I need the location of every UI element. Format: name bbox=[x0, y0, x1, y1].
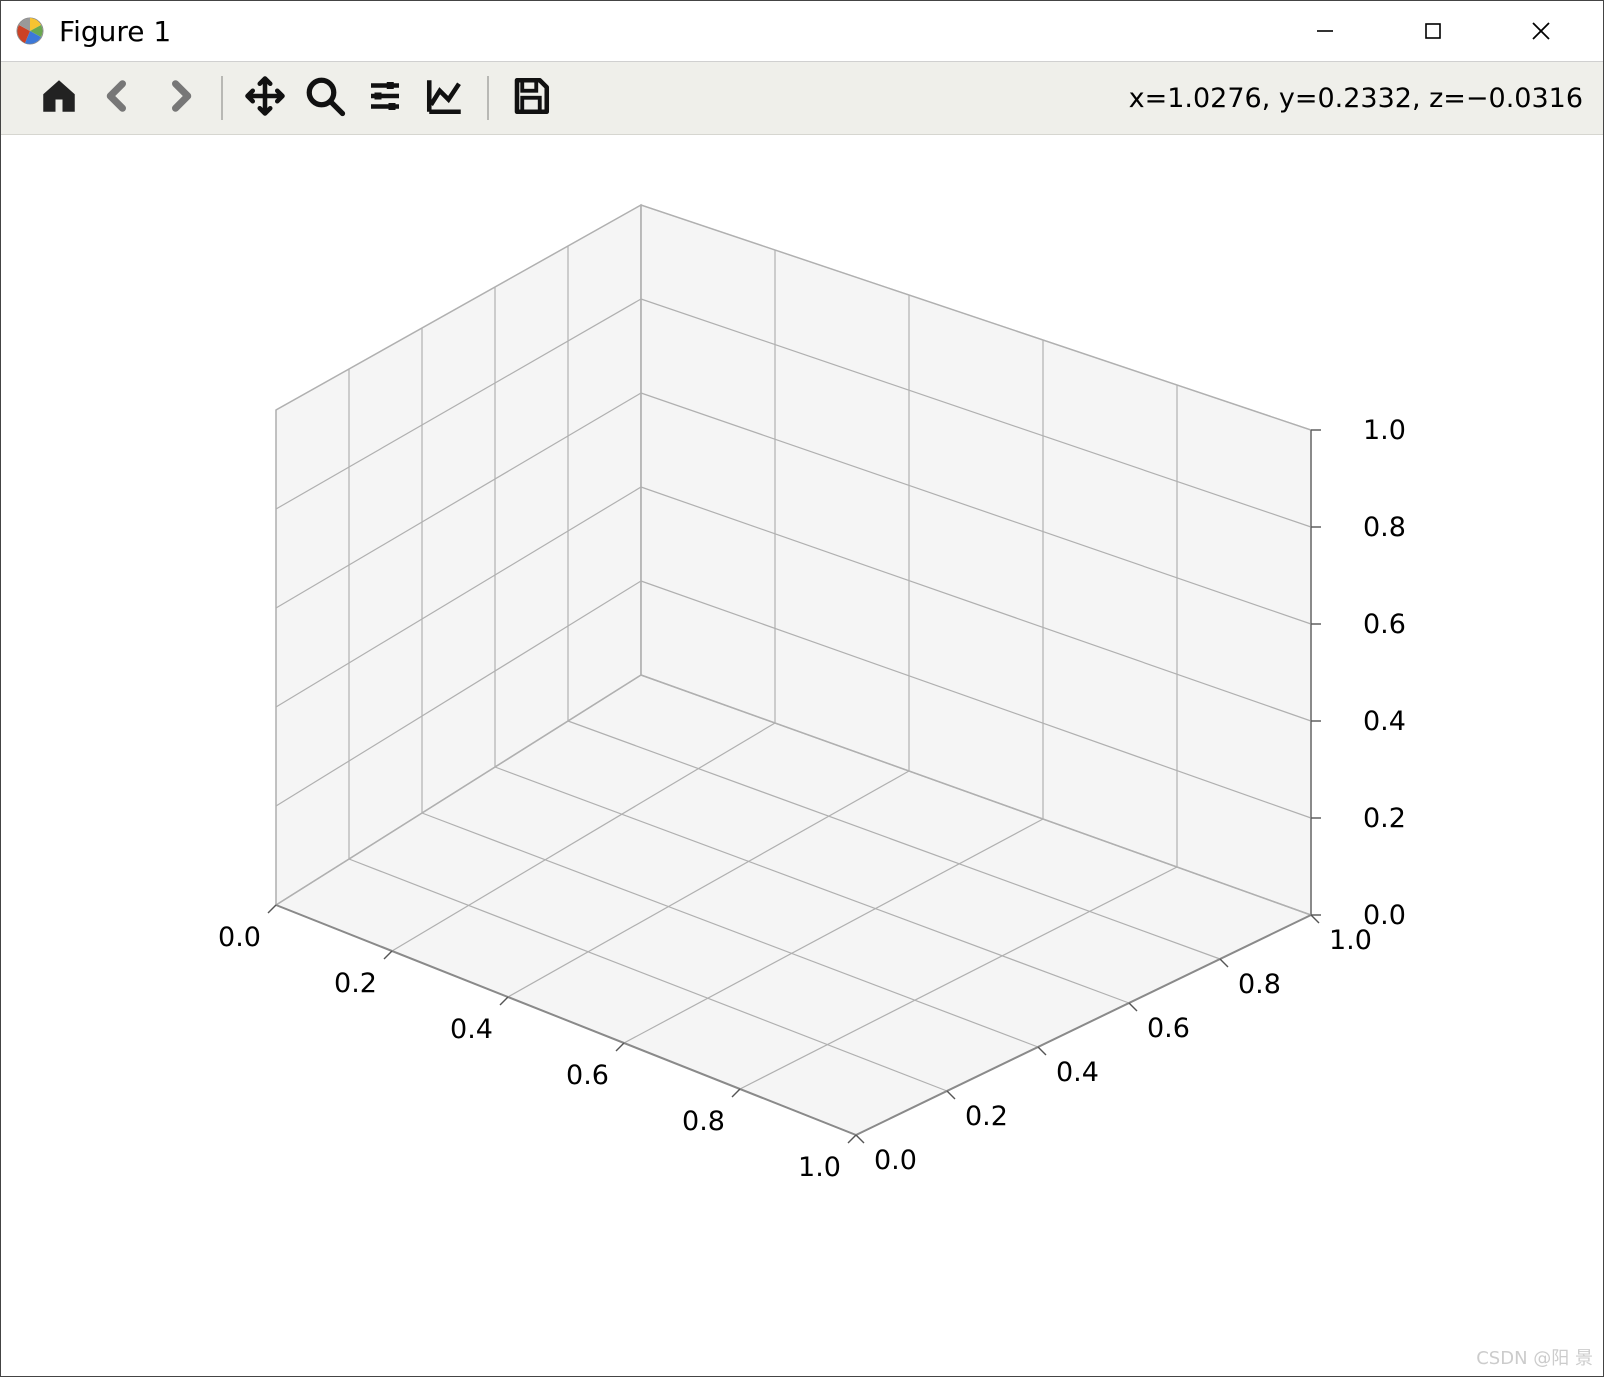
home-button[interactable] bbox=[29, 68, 89, 128]
arrow-right-icon bbox=[158, 75, 200, 121]
window-controls bbox=[1271, 1, 1595, 61]
z-tick-label: 0.4 bbox=[1363, 706, 1406, 737]
zoom-icon bbox=[304, 75, 346, 121]
x-tick-label: 0.0 bbox=[218, 922, 261, 953]
zoom-button[interactable] bbox=[295, 68, 355, 128]
toolbar-separator bbox=[221, 76, 223, 120]
z-tick-label: 0.8 bbox=[1363, 512, 1406, 543]
y-tick-label: 0.6 bbox=[1147, 1013, 1190, 1044]
x-tick-label: 1.0 bbox=[798, 1152, 841, 1183]
forward-button[interactable] bbox=[149, 68, 209, 128]
z-tick-label: 0.6 bbox=[1363, 609, 1406, 640]
minimize-button[interactable] bbox=[1271, 1, 1379, 61]
titlebar: Figure 1 bbox=[1, 1, 1603, 62]
coordinate-readout: x=1.0276, y=0.2332, z=−0.0316 bbox=[1129, 83, 1587, 114]
sliders-icon bbox=[364, 75, 406, 121]
window-title: Figure 1 bbox=[59, 15, 171, 48]
toolbar-separator bbox=[487, 76, 489, 120]
x-tick-label: 0.4 bbox=[450, 1014, 493, 1045]
chart-line-icon bbox=[424, 75, 466, 121]
z-tick-label: 1.0 bbox=[1363, 415, 1406, 446]
z-tick-label: 0.2 bbox=[1363, 803, 1406, 834]
home-icon bbox=[38, 75, 80, 121]
axes-3d: 0.0 0.2 0.4 0.6 0.8 1.0 0.0 0.2 0.4 0.6 0.8 1.0 0.0 0… bbox=[1, 135, 1603, 1376]
app-window: Figure 1 bbox=[0, 0, 1604, 1377]
y-tick-label: 0.2 bbox=[965, 1101, 1008, 1132]
pan-button[interactable] bbox=[235, 68, 295, 128]
figure-canvas[interactable]: 0.0 0.2 0.4 0.6 0.8 1.0 0.0 0.2 0.4 0.6 0.8 1.0 0.0 0… bbox=[1, 135, 1603, 1376]
back-button[interactable] bbox=[89, 68, 149, 128]
x-tick-label: 0.6 bbox=[566, 1060, 609, 1091]
y-tick-label: 0.8 bbox=[1238, 969, 1281, 1000]
y-tick-label: 0.4 bbox=[1056, 1057, 1099, 1088]
matplotlib-app-icon bbox=[15, 16, 45, 46]
y-tick-label: 0.0 bbox=[874, 1145, 917, 1176]
close-button[interactable] bbox=[1487, 1, 1595, 61]
save-button[interactable] bbox=[501, 68, 561, 128]
arrow-left-icon bbox=[98, 75, 140, 121]
z-tick-label: 0.0 bbox=[1363, 900, 1406, 931]
save-icon bbox=[510, 75, 552, 121]
x-tick-label: 0.2 bbox=[334, 968, 377, 999]
move-icon bbox=[244, 75, 286, 121]
navigation-toolbar: x=1.0276, y=0.2332, z=−0.0316 bbox=[1, 62, 1603, 135]
watermark: CSDN @阳 景 bbox=[1476, 1344, 1593, 1370]
maximize-button[interactable] bbox=[1379, 1, 1487, 61]
x-tick-label: 0.8 bbox=[682, 1106, 725, 1137]
edit-axis-button[interactable] bbox=[415, 68, 475, 128]
configure-subplots-button[interactable] bbox=[355, 68, 415, 128]
